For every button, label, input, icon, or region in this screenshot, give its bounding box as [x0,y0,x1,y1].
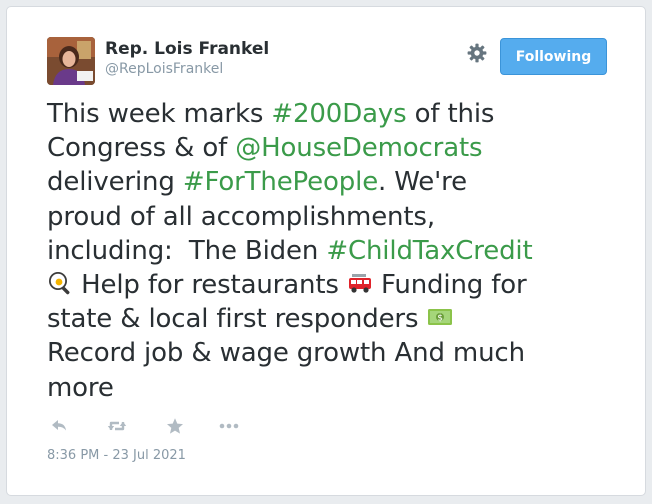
retweet-icon[interactable] [105,415,129,437]
hashtag-link[interactable]: #200Days [271,99,406,129]
tweet-text-segment: Help for restaurants [73,270,347,301]
tweet-text-line: including: The Biden #ChildTaxCredit [47,234,617,268]
tweet-timestamp[interactable]: 8:36 PM - 23 Jul 2021 [47,448,186,463]
following-button[interactable]: Following [500,38,607,75]
tweet-text-segment: . We're [378,167,467,198]
tweet-text-segment: proud of all accomplishments, [47,201,435,232]
tweet-text-segment: Congress & of [47,133,236,164]
tweet-text-segment: more [47,372,114,403]
tweet-text-line: state & local first responders $ [47,302,617,336]
tweet-text-segment: including: The Biden [47,235,327,266]
more-icon[interactable] [217,415,241,437]
tweet-text-line: This week marks #200Days of this [47,97,617,131]
author-name[interactable]: Rep. Lois Frankel [105,39,269,59]
tweet-text-line: Record job & wage growth And much [47,336,617,370]
tweet-text-line: proud of all accomplishments, [47,200,617,234]
tweet-text-segment: delivering [47,167,183,198]
hashtag-link[interactable]: #ChildTaxCredit [326,236,532,266]
star-icon[interactable] [163,415,187,437]
reply-icon[interactable] [47,415,71,437]
tweet-text-line: more [47,371,617,405]
avatar[interactable] [47,37,95,85]
tweet-text-line: Help for restaurants Funding for [47,268,617,302]
tweet-text-segment: state & local first responders [47,304,427,335]
fire-engine-emoji [347,270,373,300]
hashtag-link[interactable]: #ForThePeople [183,167,378,197]
tweet-text: This week marks #200Days of this Congress… [47,97,617,405]
gear-icon[interactable] [465,41,489,65]
money-emoji: $ [427,304,453,334]
tweet-text-line: delivering #ForThePeople. We're [47,165,617,199]
cooking-emoji [47,270,73,300]
tweet-text-segment: Record job & wage growth And much [47,338,525,369]
svg-text:$: $ [437,314,443,324]
author-handle[interactable]: @RepLoisFrankel [105,61,223,77]
tweet-text-segment: Funding for [372,270,527,301]
mention-link[interactable]: @HouseDemocrats [235,133,482,163]
tweet-text-segment: This week marks [47,99,272,129]
tweet-text-line: Congress & of @HouseDemocrats [47,131,617,165]
tweet-text-segment: of this [406,99,495,129]
tweet-card: Rep. Lois Frankel @RepLoisFrankel Follow… [6,6,646,496]
